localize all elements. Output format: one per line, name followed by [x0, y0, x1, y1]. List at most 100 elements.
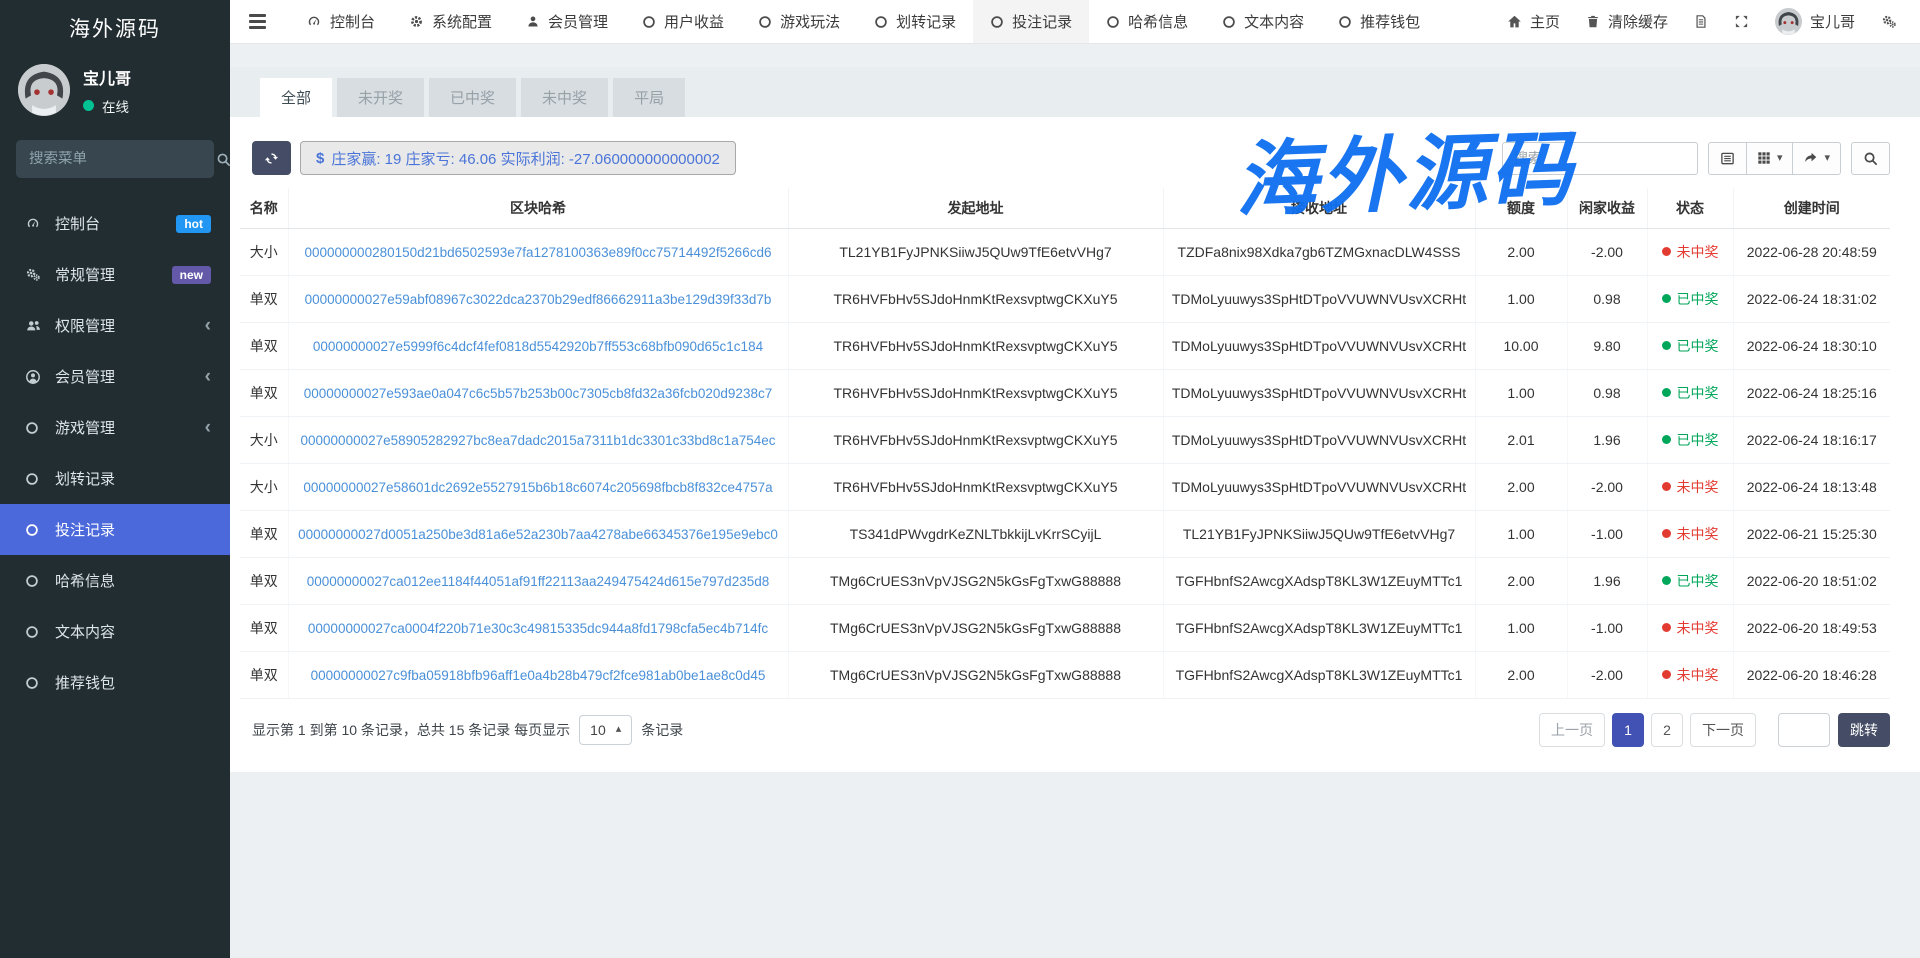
block-hash-link[interactable]: 00000000027e58601dc2692e5527915b6b18c607…: [303, 480, 772, 495]
cell-amount: 2.00: [1475, 651, 1567, 698]
sidebar-item-label: 常规管理: [55, 264, 115, 285]
cell-block-hash: 00000000027ca0004f220b71e30c3c49815335dc…: [288, 604, 788, 651]
table-search-input[interactable]: [1502, 142, 1698, 175]
nav-item-推荐钱包[interactable]: 推荐钱包: [1321, 0, 1437, 43]
cell-profit: -2.00: [1567, 228, 1647, 275]
columns-button[interactable]: ▾: [1746, 142, 1794, 175]
sidebar-item-label: 投注记录: [55, 519, 115, 540]
nav-item-投注记录[interactable]: 投注记录: [973, 0, 1089, 43]
cell-name: 大小: [240, 228, 288, 275]
nav-item-划转记录[interactable]: 划转记录: [857, 0, 973, 43]
nav-item-系统配置[interactable]: 系统配置: [392, 0, 509, 43]
cell-to-address: TGFHbnfS2AwcgXAdspT8KL3W1ZEuyMTTc1: [1163, 651, 1475, 698]
records-table-wrap: 名称区块哈希发起地址接收地址额度闲家收益状态创建时间 大小00000000028…: [240, 188, 1890, 699]
sidebar-item-游戏管理[interactable]: 游戏管理‹: [0, 402, 230, 453]
nav-item-游戏玩法[interactable]: 游戏玩法: [741, 0, 857, 43]
sidebar-item-常规管理[interactable]: 常规管理new: [0, 249, 230, 300]
jump-button[interactable]: 跳转: [1838, 713, 1890, 747]
sidebar-item-哈希信息[interactable]: 哈希信息: [0, 555, 230, 606]
nav-item-控制台[interactable]: 控制台: [289, 0, 392, 43]
topbar-right: 主页 清除缓存 宝儿哥: [1494, 0, 1920, 43]
sidebar-item-推荐钱包[interactable]: 推荐钱包: [0, 657, 230, 708]
cell-name: 单双: [240, 369, 288, 416]
chevron-left-icon: ‹: [205, 367, 211, 386]
cell-created-time: 2022-06-24 18:31:02: [1733, 275, 1890, 322]
cell-block-hash: 00000000027e58601dc2692e5527915b6b18c607…: [288, 463, 788, 510]
status-dot-icon: [1662, 435, 1671, 444]
tab-未开奖[interactable]: 未开奖: [337, 78, 424, 117]
sidebar-item-label: 权限管理: [55, 315, 115, 336]
block-hash-link[interactable]: 00000000027ca0004f220b71e30c3c49815335dc…: [308, 621, 768, 636]
status-dot-icon: [1662, 247, 1671, 256]
search-toggle-button[interactable]: [1851, 142, 1890, 175]
search-icon[interactable]: [216, 152, 231, 167]
next-page-button[interactable]: 下一页: [1690, 713, 1756, 747]
grid-icon: [1757, 151, 1771, 165]
nav-item-文本内容[interactable]: 文本内容: [1205, 0, 1321, 43]
tab-全部[interactable]: 全部: [260, 78, 332, 117]
status-dot-icon: [1662, 670, 1671, 679]
sidebar-item-label: 会员管理: [55, 366, 115, 387]
user-menu[interactable]: 宝儿哥: [1762, 0, 1868, 43]
block-hash-link[interactable]: 00000000027c9fba05918bfb96aff1e0a4b28b47…: [311, 668, 766, 683]
sidebar-search-input[interactable]: [29, 151, 216, 167]
circle-icon: [25, 574, 44, 588]
dashboard-icon: [306, 14, 322, 29]
page-size-select[interactable]: 10 ▴: [579, 715, 632, 745]
clear-cache-button[interactable]: 清除缓存: [1573, 0, 1681, 43]
block-hash-link[interactable]: 00000000027e5999f6c4dcf4fef0818d5542920b…: [313, 339, 763, 354]
circle-icon: [874, 15, 888, 29]
sidebar-item-投注记录[interactable]: 投注记录: [0, 504, 230, 555]
sidebar-item-权限管理[interactable]: 权限管理‹: [0, 300, 230, 351]
sidebar-item-文本内容[interactable]: 文本内容: [0, 606, 230, 657]
nav-item-label: 系统配置: [432, 11, 492, 32]
cell-name: 单双: [240, 557, 288, 604]
settings-button[interactable]: [1868, 0, 1910, 43]
nav-item-会员管理[interactable]: 会员管理: [509, 0, 625, 43]
sidebar: 海外源码 宝儿哥 在线 控制台hot常规管理new权限管理‹会员管理‹游戏管理‹…: [0, 0, 230, 958]
cell-block-hash: 00000000027c9fba05918bfb96aff1e0a4b28b47…: [288, 651, 788, 698]
tabs: 全部未开奖已中奖未中奖平局: [230, 67, 1920, 117]
cell-status: 已中奖: [1647, 322, 1733, 369]
cell-status: 未中奖: [1647, 604, 1733, 651]
column-header: 发起地址: [788, 188, 1163, 228]
cell-name: 单双: [240, 322, 288, 369]
menu-toggle-button[interactable]: [230, 0, 285, 43]
block-hash-link[interactable]: 000000000280150d21bd6502593e7fa127810036…: [305, 245, 772, 260]
block-hash-link[interactable]: 00000000027d0051a250be3d81a6e52a230b7aa4…: [298, 527, 778, 542]
nav-item-哈希信息[interactable]: 哈希信息: [1089, 0, 1205, 43]
nav-item-用户收益[interactable]: 用户收益: [625, 0, 741, 43]
file-icon: [1694, 14, 1708, 29]
changelog-button[interactable]: [1681, 0, 1721, 43]
column-header: 状态: [1647, 188, 1733, 228]
sidebar-item-控制台[interactable]: 控制台hot: [0, 198, 230, 249]
block-hash-link[interactable]: 00000000027e593ae0a047c6c5b57b253b00c730…: [304, 386, 772, 401]
cell-created-time: 2022-06-20 18:46:28: [1733, 651, 1890, 698]
export-button[interactable]: ▾: [1792, 142, 1841, 175]
tab-未中奖[interactable]: 未中奖: [521, 78, 608, 117]
sidebar-item-划转记录[interactable]: 划转记录: [0, 453, 230, 504]
cell-status: 未中奖: [1647, 463, 1733, 510]
circle-icon: [758, 15, 772, 29]
fullscreen-button[interactable]: [1721, 0, 1762, 43]
tab-平局[interactable]: 平局: [613, 78, 685, 117]
pagination: 显示第 1 到第 10 条记录，总共 15 条记录 每页显示 10 ▴ 条记录 …: [252, 713, 1890, 747]
tab-已中奖[interactable]: 已中奖: [429, 78, 516, 117]
block-hash-link[interactable]: 00000000027ca012ee1184f44051af91ff22113a…: [307, 574, 769, 589]
home-button[interactable]: 主页: [1494, 0, 1573, 43]
page-button-1[interactable]: 1: [1612, 713, 1644, 747]
block-hash-link[interactable]: 00000000027e58905282927bc8ea7dadc2015a73…: [301, 433, 776, 448]
nav-item-label: 用户收益: [664, 11, 724, 32]
jump-page-input[interactable]: [1778, 713, 1830, 747]
sidebar-item-会员管理[interactable]: 会员管理 ‹: [0, 351, 230, 402]
cell-from-address: TR6HVFbHv5SJdoHnmKtRexsvptwgCKXuY5: [788, 275, 1163, 322]
status-label: 未中奖: [1677, 665, 1719, 685]
page-button-2[interactable]: 2: [1651, 713, 1683, 747]
cell-to-address: TGFHbnfS2AwcgXAdspT8KL3W1ZEuyMTTc1: [1163, 604, 1475, 651]
circle-icon: [25, 472, 44, 486]
refresh-button[interactable]: [252, 141, 291, 175]
prev-page-button[interactable]: 上一页: [1539, 713, 1605, 747]
circle-icon: [990, 15, 1004, 29]
detail-view-button[interactable]: [1708, 142, 1747, 175]
block-hash-link[interactable]: 00000000027e59abf08967c3022dca2370b29edf…: [305, 292, 772, 307]
